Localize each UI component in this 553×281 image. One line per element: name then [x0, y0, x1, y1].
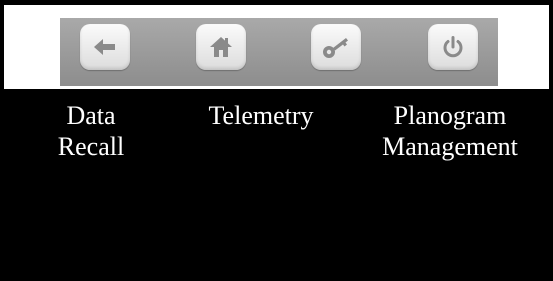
menu-item-label: Telemetry — [208, 101, 314, 130]
back-button[interactable] — [80, 24, 130, 70]
menu-item-planogram-management[interactable]: Planogram Management — [362, 100, 538, 162]
power-button[interactable] — [428, 24, 478, 70]
arrow-left-icon — [94, 39, 115, 55]
menu-item-label: Management — [382, 132, 518, 161]
home-icon — [210, 37, 232, 57]
menu-item-label: Recall — [57, 132, 125, 161]
home-button[interactable] — [196, 24, 246, 70]
key-icon — [323, 38, 348, 58]
power-icon — [443, 36, 463, 58]
menu-item-label: Planogram — [393, 101, 507, 130]
screen: Data Recall Telemetry Planogram Manageme… — [0, 0, 553, 281]
menu-item-label: Data — [66, 101, 116, 130]
menu-item-telemetry[interactable]: Telemetry — [186, 100, 336, 131]
menu-item-data-recall[interactable]: Data Recall — [34, 100, 148, 162]
key-button[interactable] — [311, 24, 361, 70]
